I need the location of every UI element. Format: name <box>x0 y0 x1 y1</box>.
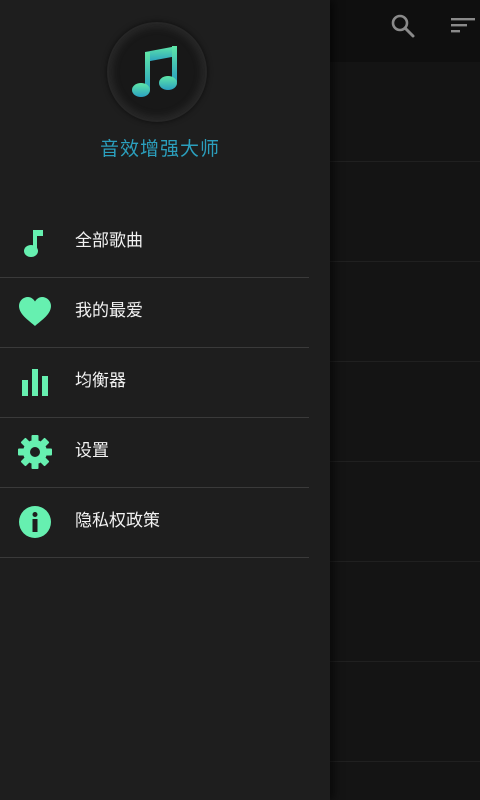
search-icon[interactable] <box>389 12 417 40</box>
list-item[interactable] <box>330 162 480 262</box>
menu-item-privacy-policy[interactable]: 隐私权政策 <box>0 488 309 558</box>
heart-icon <box>17 294 53 330</box>
info-icon <box>17 504 53 540</box>
menu-item-label: 我的最爱 <box>75 301 143 321</box>
app-logo <box>107 22 207 122</box>
list-item[interactable] <box>330 562 480 662</box>
sort-icon[interactable] <box>449 12 477 40</box>
drawer-header: 音效增强大师 <box>0 0 330 200</box>
menu-item-all-songs[interactable]: 全部歌曲 <box>0 208 309 278</box>
menu-item-equalizer[interactable]: 均衡器 <box>0 348 309 418</box>
list-item[interactable] <box>330 662 480 762</box>
list-item[interactable] <box>330 262 480 362</box>
menu-item-settings[interactable]: 设置 <box>0 418 309 488</box>
music-note-logo-icon <box>132 46 177 97</box>
gear-icon <box>17 434 53 470</box>
drawer-menu: 全部歌曲 我的最爱 均衡器 设置 隐私权政策 <box>0 208 309 558</box>
menu-item-label: 全部歌曲 <box>75 231 143 251</box>
list-item[interactable] <box>330 362 480 462</box>
menu-item-label: 设置 <box>75 441 109 461</box>
list-item[interactable] <box>330 462 480 562</box>
equalizer-icon <box>17 364 53 400</box>
navigation-drawer: 音效增强大师 全部歌曲 我的最爱 均衡器 设置 隐私权政策 <box>0 0 330 800</box>
app-title: 音效增强大师 <box>99 138 220 160</box>
menu-item-favorites[interactable]: 我的最爱 <box>0 278 309 348</box>
menu-item-label: 隐私权政策 <box>75 511 160 531</box>
music-note-icon <box>17 224 53 260</box>
list-item[interactable] <box>330 62 480 162</box>
menu-item-label: 均衡器 <box>75 371 126 391</box>
background-song-list <box>330 62 480 800</box>
